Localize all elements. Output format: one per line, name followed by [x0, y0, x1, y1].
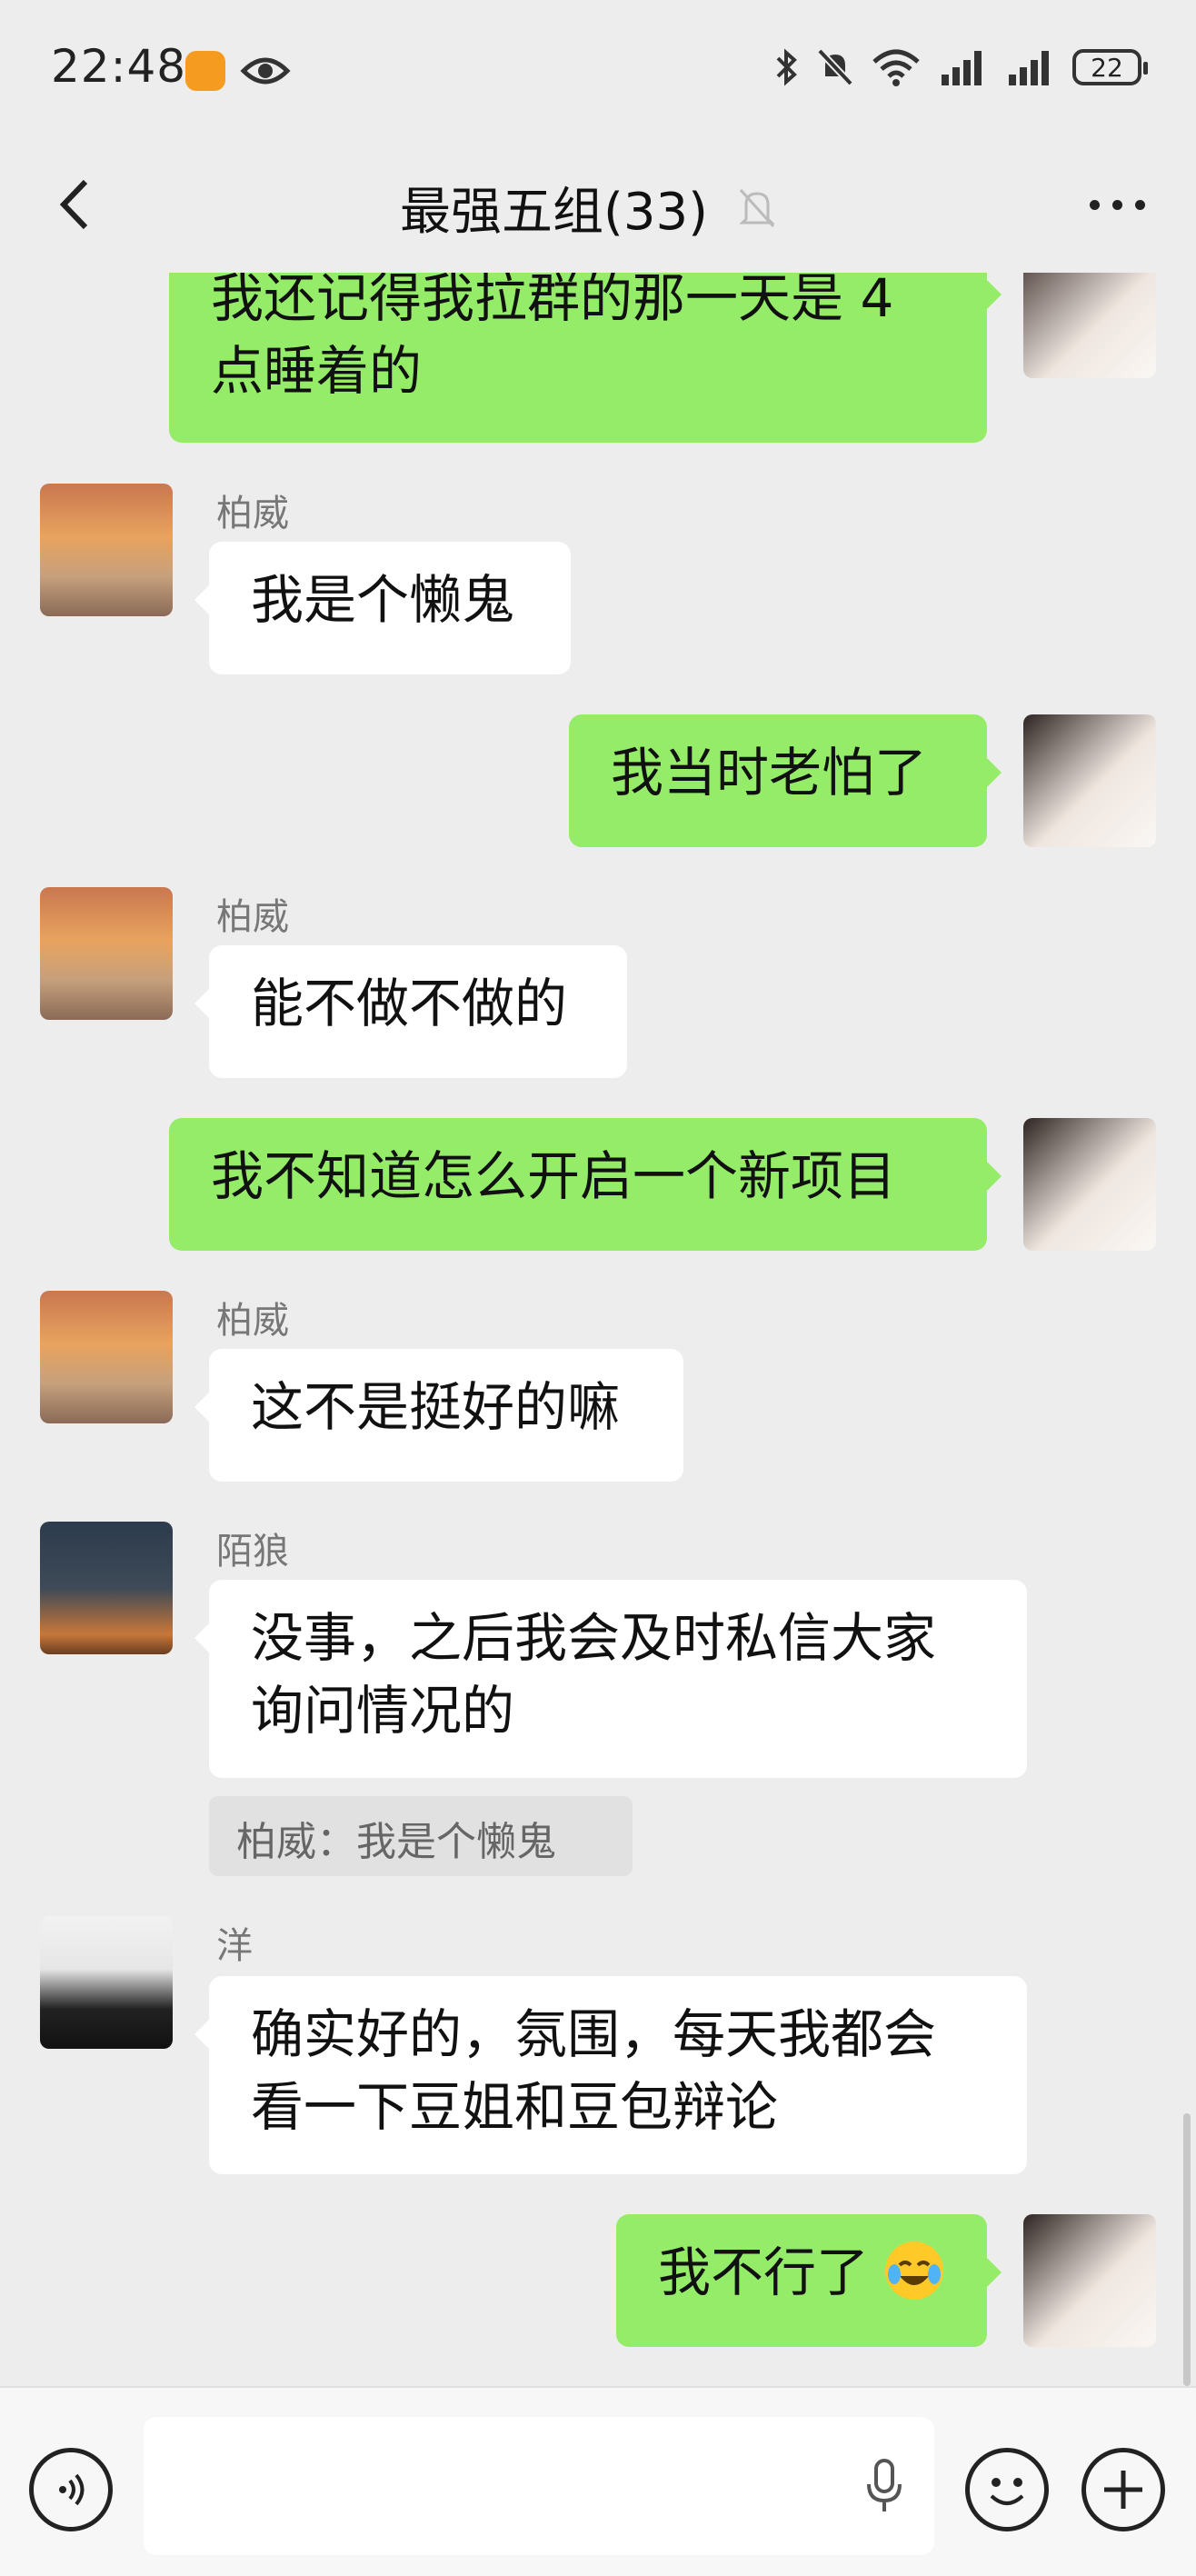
sender-name: 陌狼: [216, 1531, 289, 1573]
input-bar: [0, 2386, 1196, 2576]
message-bubble-incoming[interactable]: 能不做不做的: [194, 945, 627, 1078]
scrollbar[interactable]: [1183, 2113, 1191, 2386]
chat-header: 最强五组(33): [0, 136, 1196, 273]
avatar-yang[interactable]: [40, 1916, 173, 2049]
avatar-baiwei[interactable]: [40, 1291, 173, 1423]
battery-indicator: 22: [1072, 49, 1148, 85]
voice-input-button[interactable]: [29, 2448, 113, 2531]
avatar-me[interactable]: [1023, 1118, 1156, 1251]
plus-icon: [1104, 2471, 1142, 2509]
sender-name: 柏威: [216, 896, 289, 938]
mute-icon: [739, 188, 775, 227]
eye-icon: [240, 57, 291, 85]
voice-icon: [59, 2473, 85, 2506]
sender-name: 柏威: [216, 493, 289, 534]
avatar-me[interactable]: [1023, 714, 1156, 847]
message-list: 我还记得我拉群的那一天是 4 点睡着的 柏威 我是个懒鬼 我当时老怕了 柏威 能…: [0, 273, 1196, 2386]
message-bubble-incoming[interactable]: 我是个懒鬼: [194, 542, 571, 674]
avatar-me[interactable]: [1023, 273, 1156, 378]
microphone-icon[interactable]: [862, 2457, 907, 2515]
status-time: 22:48: [51, 40, 187, 93]
quoted-message[interactable]: 柏威：我是个懒鬼: [209, 1796, 633, 1876]
avatar-me[interactable]: [1023, 2214, 1156, 2347]
signal-icon-2: [1009, 51, 1049, 85]
more-options-icon[interactable]: [1090, 200, 1145, 210]
avatar-molang[interactable]: [40, 1522, 173, 1654]
mute-bell-icon: [817, 48, 853, 86]
message-input[interactable]: [144, 2417, 934, 2555]
message-bubble-incoming[interactable]: 这不是挺好的嘛: [194, 1349, 683, 1482]
emoji-button[interactable]: [965, 2448, 1049, 2531]
chat-title: 最强五组(33): [400, 183, 708, 242]
avatar-baiwei[interactable]: [40, 887, 173, 1020]
signal-icon: [942, 51, 982, 85]
app-notification-icon: [185, 51, 225, 91]
sender-name: 柏威: [216, 1300, 289, 1342]
message-bubble-outgoing[interactable]: 我不知道怎么开启一个新项目: [169, 1118, 1002, 1251]
message-bubble-outgoing[interactable]: 我当时老怕了: [569, 714, 1002, 847]
back-arrow-icon[interactable]: [45, 173, 109, 236]
message-bubble-incoming[interactable]: 没事，之后我会及时私信大家询问情况的: [194, 1580, 1027, 1778]
message-bubble-incoming[interactable]: 确实好的，氛围，每天我都会看一下豆姐和豆包辩论: [194, 1976, 1027, 2174]
message-bubble-outgoing[interactable]: 我不行了: [616, 2214, 1002, 2347]
avatar-baiwei[interactable]: [40, 484, 173, 616]
more-functions-button[interactable]: [1081, 2448, 1165, 2531]
bluetooth-icon: [776, 48, 797, 86]
smiley-icon: [990, 2478, 1024, 2505]
crying-laughing-emoji-icon: [885, 2242, 944, 2300]
message-bubble-outgoing[interactable]: 我还记得我拉群的那一天是 4 点睡着的: [169, 273, 1002, 443]
wifi-icon: [872, 49, 920, 86]
sender-name: 洋: [216, 1925, 253, 1967]
status-bar: 22:48 22: [0, 0, 1196, 136]
